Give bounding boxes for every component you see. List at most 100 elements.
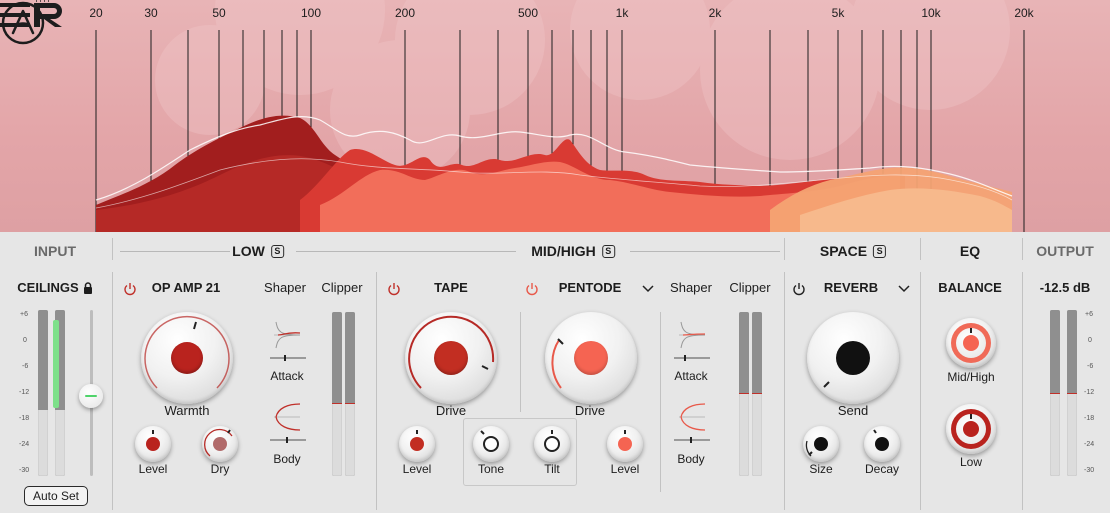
mid-clipper-label: Clipper: [729, 280, 771, 295]
tape-level-label: Level: [402, 462, 432, 476]
low-balance-label: Low: [959, 455, 983, 469]
low-power-icon[interactable]: [123, 282, 137, 296]
balance-label: BALANCE: [938, 280, 1002, 295]
divider: [112, 272, 113, 510]
send-knob[interactable]: [807, 312, 899, 404]
output-gain-value[interactable]: -12.5 dB: [1040, 280, 1091, 295]
meter-scale-label: -6: [22, 363, 29, 370]
meter-scale-label: -30: [19, 467, 30, 474]
freq-label-200: 200: [394, 6, 416, 20]
ceiling-indicator: [53, 320, 59, 408]
divider: [920, 272, 921, 510]
section-mid-high[interactable]: MID/HIGH S: [531, 243, 615, 259]
low-clipper-meter-left: [332, 312, 342, 476]
low-balance-knob[interactable]: [946, 404, 996, 454]
spectrum-display[interactable]: 20 30 50 100 200 500 1k 2k 5k 10k 20k: [0, 0, 1110, 232]
lock-icon[interactable]: [83, 282, 93, 294]
arturia-logo-icon: [1, 1, 45, 45]
mid-attack-label: Attack: [674, 369, 708, 383]
divider: [784, 272, 785, 510]
warmth-label: Warmth: [164, 403, 210, 418]
low-clipper-label: Clipper: [321, 280, 363, 295]
meter-scale-label: -24: [1084, 441, 1095, 448]
pentode-level-label: Level: [610, 462, 640, 476]
tape-drive-knob[interactable]: [405, 312, 497, 404]
section-input: INPUT: [34, 243, 76, 259]
divider: [920, 238, 921, 260]
low-solo-button[interactable]: S: [270, 244, 284, 258]
freq-label-20: 20: [89, 6, 103, 20]
freq-label-100: 100: [300, 6, 322, 20]
meter-scale-label: -12: [19, 389, 30, 396]
divider: [376, 272, 377, 510]
freq-label-500: 500: [517, 6, 539, 20]
pentode-drive-knob[interactable]: [545, 312, 637, 404]
tape-power-icon[interactable]: [387, 282, 401, 296]
meter-scale-label: -24: [19, 441, 30, 448]
mid-high-balance-knob[interactable]: [946, 318, 996, 368]
low-module-name[interactable]: OP AMP 21: [152, 280, 220, 295]
send-label: Send: [837, 403, 869, 418]
mid-attack-shape-icon[interactable]: [675, 318, 709, 352]
freq-label-1k: 1k: [615, 6, 629, 20]
tape-module-name[interactable]: TAPE: [434, 280, 468, 295]
output-meter-left: [1050, 310, 1060, 476]
mid-body-slider[interactable]: [674, 437, 710, 443]
tilt-label: Tilt: [544, 462, 560, 476]
mid-body-shape-icon[interactable]: [675, 400, 709, 434]
decay-knob[interactable]: [864, 426, 900, 462]
size-label: Size: [809, 462, 833, 476]
meter-scale-label: 0: [1088, 337, 1092, 344]
freq-label-20k: 20k: [1014, 6, 1034, 20]
warmth-knob[interactable]: [141, 312, 233, 404]
space-power-icon[interactable]: [792, 282, 806, 296]
low-level-knob[interactable]: [135, 426, 171, 462]
divider: [660, 312, 661, 492]
freq-label-30: 30: [144, 6, 158, 20]
divider: [1022, 238, 1023, 260]
meter-scale-label: -6: [1087, 363, 1094, 370]
pentode-dropdown-chevron-down-icon[interactable]: [642, 285, 654, 293]
low-shaper-label: Shaper: [264, 280, 306, 295]
meter-scale-label: 0: [23, 337, 27, 344]
input-meter-left: [38, 310, 48, 476]
tilt-knob[interactable]: [534, 426, 570, 462]
meter-scale-label: +6: [20, 311, 28, 318]
low-body-shape-icon[interactable]: [270, 400, 304, 434]
meter-scale-label: -12: [1084, 389, 1095, 396]
freq-label-10k: 10k: [921, 6, 941, 20]
control-panel: INPUT LOW S MID/HIGH S SPACE S EQ OUTPUT CE…: [0, 232, 1110, 513]
low-attack-slider[interactable]: [270, 355, 306, 361]
meter-scale-label: -18: [19, 415, 30, 422]
tone-knob[interactable]: [473, 426, 509, 462]
tape-level-knob[interactable]: [399, 426, 435, 462]
mid-high-solo-button[interactable]: S: [601, 244, 615, 258]
space-module-name[interactable]: REVERB: [824, 280, 878, 295]
freq-label-2k: 2k: [708, 6, 722, 20]
pentode-power-icon[interactable]: [525, 282, 539, 296]
ceiling-slider-handle[interactable]: [79, 384, 103, 408]
auto-set-button[interactable]: Auto Set: [24, 486, 88, 506]
pentode-drive-label: Drive: [574, 403, 606, 418]
mid-shaper-label: Shaper: [670, 280, 712, 295]
section-low[interactable]: LOW S: [232, 243, 284, 259]
freq-label-5k: 5k: [831, 6, 845, 20]
divider: [520, 312, 521, 412]
tone-label: Tone: [477, 462, 505, 476]
space-dropdown-chevron-down-icon[interactable]: [898, 285, 910, 293]
size-knob[interactable]: [803, 426, 839, 462]
pentode-module-name[interactable]: PENTODE: [559, 280, 622, 295]
freq-label-50: 50: [212, 6, 226, 20]
low-body-label: Body: [273, 452, 301, 466]
low-attack-shape-icon[interactable]: [270, 318, 304, 352]
low-dry-knob[interactable]: [202, 426, 238, 462]
low-body-slider[interactable]: [270, 437, 306, 443]
low-clipper-meter-right: [345, 312, 355, 476]
section-eq: EQ: [959, 243, 981, 259]
section-space[interactable]: SPACE S: [820, 243, 887, 259]
space-solo-button[interactable]: S: [873, 244, 887, 258]
section-output: OUTPUT: [1036, 243, 1094, 259]
pentode-level-knob[interactable]: [607, 426, 643, 462]
mid-high-balance-label: Mid/High: [947, 370, 995, 384]
mid-attack-slider[interactable]: [674, 355, 710, 361]
